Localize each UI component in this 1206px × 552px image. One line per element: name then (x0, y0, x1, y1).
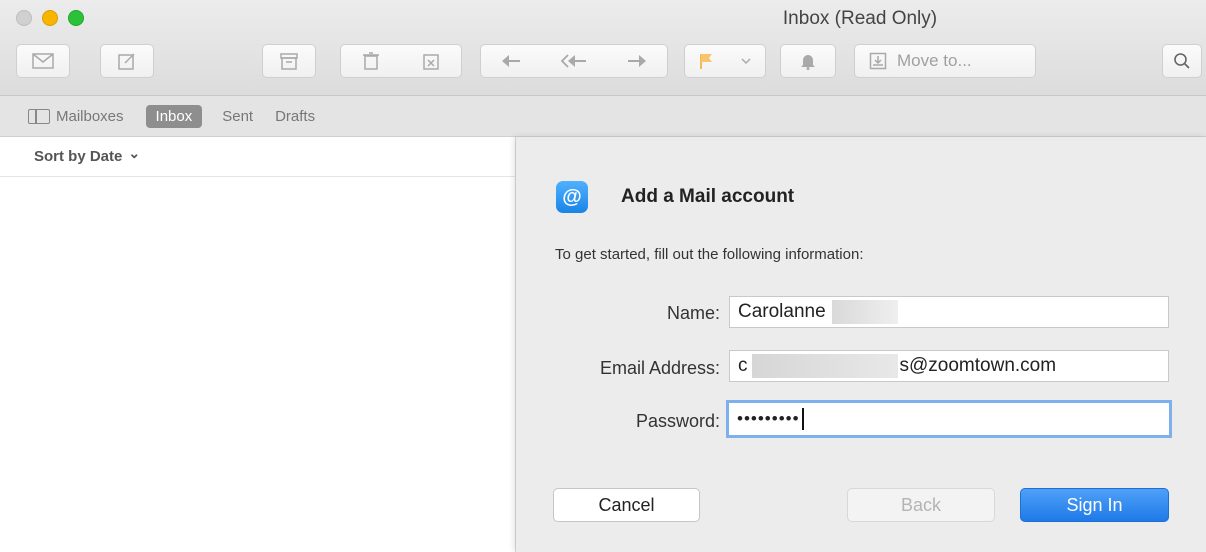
sheet-subtitle: To get started, fill out the following i… (555, 246, 864, 263)
reply-all-icon (560, 54, 586, 68)
window-title: Inbox (Read Only) (782, 8, 938, 29)
delete-junk-group (340, 44, 462, 78)
redacted-block (831, 300, 898, 324)
minimize-window-button[interactable] (42, 10, 58, 26)
envelope-icon (32, 53, 54, 69)
flag-menu-button[interactable] (740, 57, 752, 65)
reply-group (480, 44, 668, 78)
sign-in-button[interactable]: Sign In (1020, 488, 1169, 522)
password-field[interactable]: ••••••••• (726, 400, 1172, 438)
compose-icon (118, 53, 135, 70)
reply-icon (502, 55, 520, 67)
text-caret (801, 408, 804, 430)
compose-button[interactable] (100, 44, 154, 78)
flag-group (684, 44, 766, 78)
search-icon (1174, 53, 1190, 69)
search-button[interactable] (1162, 44, 1202, 78)
back-button[interactable]: Back (847, 488, 995, 522)
sort-menu[interactable]: Sort by Date ⌄ (0, 137, 515, 177)
drafts-label: Drafts (275, 107, 316, 125)
favorite-inbox[interactable]: Inbox (145, 104, 203, 128)
password-label: Password: (635, 411, 720, 431)
mail-at-icon: @ (556, 181, 588, 213)
inbox-label: Inbox (155, 107, 193, 125)
get-mail-button[interactable] (16, 44, 70, 78)
forward-button[interactable] (626, 53, 648, 69)
favorite-drafts[interactable]: Drafts (275, 108, 315, 125)
zoom-window-button[interactable] (68, 10, 84, 26)
flag-button[interactable] (698, 52, 714, 70)
email-value-prefix: c (738, 355, 748, 376)
password-value: ••••••••• (737, 409, 800, 428)
move-to-label: Move to... (897, 51, 972, 70)
name-field[interactable]: Carolanne (729, 296, 1169, 328)
redacted-block (751, 354, 898, 378)
sheet-title: Add a Mail account (621, 186, 795, 207)
traffic-lights (16, 10, 84, 26)
email-value-suffix: s@zoomtown.com (899, 355, 1057, 376)
chevron-down-icon: ⌄ (128, 145, 141, 161)
favorite-sent[interactable]: Sent (222, 108, 253, 125)
mailboxes-label: Mailboxes (56, 107, 124, 125)
sent-label: Sent (222, 107, 254, 125)
junk-button[interactable] (421, 51, 441, 71)
trash-icon (362, 52, 379, 70)
sort-label: Sort by Date (34, 148, 123, 165)
sidebar-icon (28, 108, 50, 124)
reply-button[interactable] (500, 53, 522, 69)
move-to-icon (869, 52, 887, 70)
window-titlebar: Inbox (Read Only) Move to... (0, 0, 1206, 96)
email-label: Email Address: (599, 358, 720, 378)
email-field[interactable]: c s@zoomtown.com (729, 350, 1169, 382)
delete-button[interactable] (362, 51, 380, 71)
forward-icon (628, 55, 646, 67)
name-value: Carolanne (738, 301, 826, 322)
message-list: Sort by Date ⌄ (0, 137, 516, 552)
mailboxes-toggle[interactable]: Mailboxes (28, 108, 124, 125)
close-window-button[interactable] (16, 10, 32, 26)
archive-button[interactable] (262, 44, 316, 78)
move-to-button[interactable]: Move to... (854, 44, 1036, 78)
flag-icon (700, 54, 712, 69)
favorites-bar: Mailboxes Inbox Sent Drafts (0, 96, 1206, 137)
reply-all-button[interactable] (560, 53, 588, 69)
junk-icon (422, 54, 439, 70)
cancel-button[interactable]: Cancel (553, 488, 700, 522)
archive-icon (280, 53, 298, 70)
notify-button[interactable] (780, 44, 836, 78)
chevron-down-icon (741, 58, 751, 65)
bell-icon (801, 55, 815, 70)
name-label: Name: (666, 303, 720, 323)
